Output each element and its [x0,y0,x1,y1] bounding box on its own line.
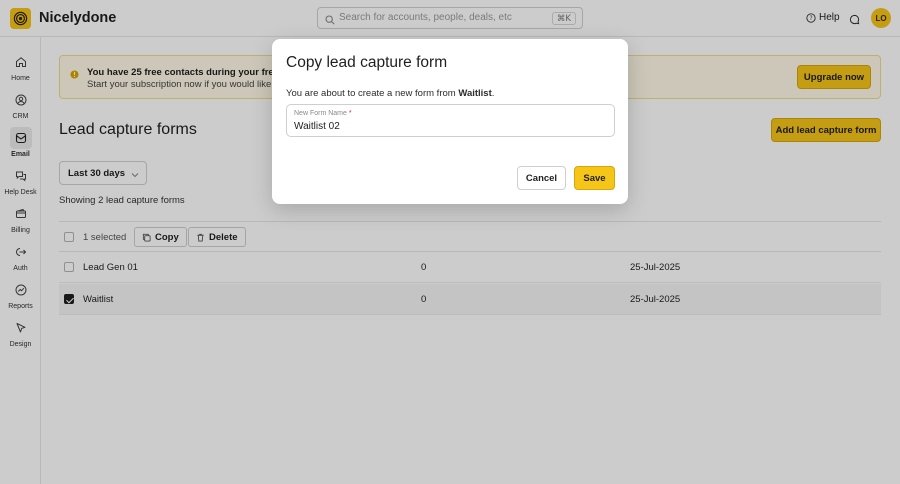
cancel-button[interactable]: Cancel [517,166,566,190]
new-form-name-field[interactable]: New Form Name * Waitlist 02 [286,104,615,137]
required-marker: * [348,110,352,117]
field-label: New Form Name * [294,110,352,117]
new-form-name-input[interactable]: Waitlist 02 [294,121,340,132]
dialog-description: You are about to create a new form from … [286,88,495,99]
dialog-title: Copy lead capture form [286,54,448,71]
source-form-name: Waitlist [458,88,492,99]
save-button[interactable]: Save [574,166,615,190]
copy-form-dialog: Copy lead capture form You are about to … [272,39,628,204]
